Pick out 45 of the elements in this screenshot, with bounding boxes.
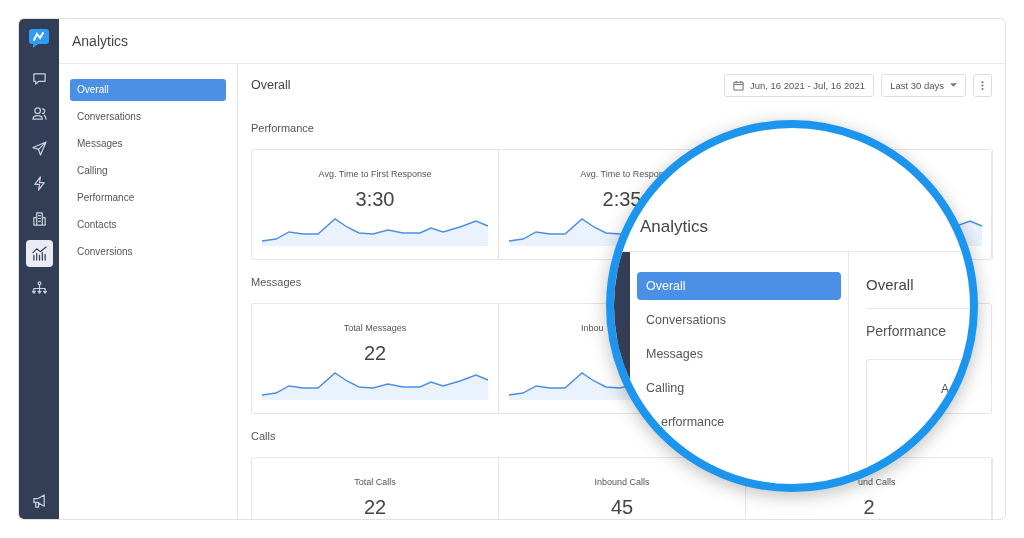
- caret-icon: [950, 83, 957, 87]
- nav-item[interactable]: Messages: [70, 133, 226, 155]
- section-title: Messages: [251, 275, 302, 288]
- nav-item[interactable]: Conversations: [637, 306, 841, 334]
- more-icon: [981, 79, 984, 91]
- section-heading: Overall: [866, 275, 914, 293]
- megaphone-icon[interactable]: [31, 494, 47, 509]
- section-title: Calls: [251, 429, 276, 442]
- stat-value: 22: [363, 496, 387, 519]
- nav-item[interactable]: Calling: [637, 374, 841, 402]
- section-title: Performance: [251, 121, 314, 134]
- users-icon: [31, 106, 47, 121]
- nav-item[interactable]: Conversations: [70, 106, 226, 128]
- nav-item[interactable]: Contacts: [70, 214, 226, 236]
- stat-value: 3:30: [355, 188, 395, 211]
- stat-label: Avg. Time to First Response: [318, 169, 432, 181]
- page-title: Analytics: [640, 217, 709, 237]
- stat-value: 45: [610, 496, 634, 519]
- chat-icon: [31, 71, 47, 86]
- nav-item[interactable]: Calling: [70, 160, 226, 182]
- nav-item[interactable]: Messages: [637, 340, 841, 368]
- chart-icon: [31, 246, 47, 261]
- bolt-icon: [31, 176, 47, 191]
- logo-icon: [28, 27, 50, 49]
- stat-label: und Calls: [858, 477, 896, 489]
- section-title: Performance: [866, 323, 947, 339]
- calendar-icon: [732, 79, 744, 91]
- stat-label: A: [941, 382, 949, 396]
- stat-label: Inbound Calls: [594, 477, 650, 489]
- date-range-button[interactable]: Jun, 16 2021 - Jul, 16 2021: [723, 73, 875, 97]
- stat-value: 2: [863, 496, 875, 519]
- period-dropdown[interactable]: Last 30 days: [881, 73, 966, 97]
- nav-item[interactable]: Performance: [70, 187, 226, 209]
- nav-item[interactable]: Conversions: [70, 241, 226, 263]
- building-icon: [31, 211, 47, 226]
- stat-value: 22: [363, 342, 387, 365]
- nav-item[interactable]: erformance: [637, 408, 841, 436]
- section-heading: Overall: [251, 78, 291, 92]
- hierarchy-icon: [31, 281, 47, 296]
- send-icon: [31, 141, 47, 156]
- stat-label: Inbou: [581, 323, 604, 335]
- stat-label: Total Calls: [354, 477, 396, 489]
- rail-button[interactable]: [25, 240, 53, 267]
- stat-label: Total Messages: [343, 323, 407, 335]
- page-title: Analytics: [72, 33, 129, 49]
